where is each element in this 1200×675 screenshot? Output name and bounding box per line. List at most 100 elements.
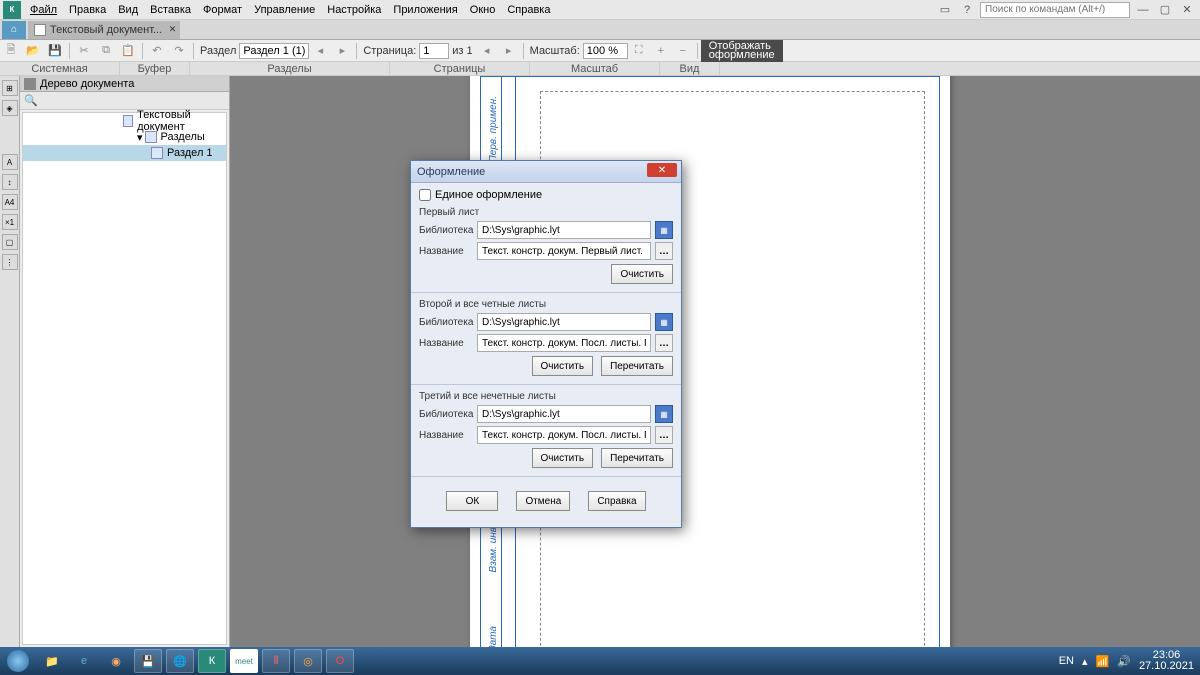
close-tab-icon[interactable]: ✕ — [169, 24, 177, 35]
taskbar-ie[interactable]: e — [70, 649, 98, 673]
expand-icon[interactable]: ▾ — [137, 131, 143, 144]
page-input[interactable] — [419, 43, 449, 59]
section-input[interactable] — [239, 43, 309, 59]
paste-icon[interactable]: 📋 — [118, 42, 138, 60]
scale-input[interactable] — [583, 43, 628, 59]
menu-view[interactable]: Вид — [112, 2, 144, 18]
cancel-button[interactable]: Отмена — [516, 491, 570, 511]
tree-row[interactable]: ▾ Разделы — [23, 129, 226, 145]
dialog-titlebar[interactable]: Оформление ✕ — [411, 161, 681, 183]
taskbar-kompas[interactable]: К — [198, 649, 226, 673]
close-icon[interactable]: ✕ — [1178, 3, 1196, 17]
page-next-icon[interactable]: ▸ — [499, 42, 519, 60]
section-next-icon[interactable]: ▸ — [332, 42, 352, 60]
tray-flag-icon[interactable]: ▴ — [1082, 655, 1088, 668]
name-row: Название… — [419, 242, 673, 260]
name-more-icon[interactable]: … — [655, 242, 673, 260]
doc-tab[interactable]: Текстовый документ... ✕ — [28, 21, 180, 39]
reread-button[interactable]: Перечитать — [601, 356, 673, 376]
copy-icon[interactable]: ⧉ — [96, 42, 116, 60]
redo-icon[interactable]: ↷ — [169, 42, 189, 60]
menu-format[interactable]: Формат — [197, 2, 248, 18]
clear-button[interactable]: Очистить — [611, 264, 673, 284]
lib-input[interactable] — [477, 313, 651, 331]
taskbar-save[interactable]: 💾 — [134, 649, 162, 673]
tray-sound-icon[interactable]: 🔊 — [1117, 655, 1131, 668]
zoom-in-icon[interactable]: + — [651, 42, 671, 60]
vtool-more[interactable]: ⋮ — [2, 254, 18, 270]
name-input[interactable] — [477, 334, 651, 352]
name-more-icon[interactable]: … — [655, 334, 673, 352]
zoom-out-icon[interactable]: − — [673, 42, 693, 60]
command-search-input[interactable] — [980, 2, 1130, 18]
menu-edit[interactable]: Правка — [63, 2, 112, 18]
vtool-az[interactable]: A — [2, 154, 18, 170]
lib-pick-icon[interactable]: ▦ — [655, 405, 673, 423]
help-icon[interactable]: ? — [958, 3, 976, 17]
menu-file[interactable]: Файл — [24, 2, 63, 18]
menu-bar: К Файл Правка Вид Вставка Формат Управле… — [0, 0, 1200, 20]
name-input[interactable] — [477, 426, 651, 444]
sidebar-search-icon[interactable]: 🔍 — [24, 94, 38, 107]
display-design-toggle[interactable]: Отображать оформление — [701, 40, 783, 62]
tray-clock[interactable]: 23:06 27.10.2021 — [1139, 650, 1194, 672]
unified-checkbox[interactable] — [419, 189, 431, 201]
vtool-1[interactable]: ⊞ — [2, 80, 18, 96]
undo-icon[interactable]: ↶ — [147, 42, 167, 60]
document-tabs: ⌂ Текстовый документ... ✕ — [0, 20, 1200, 40]
toolbar-group-label: Вид — [660, 62, 720, 75]
taskbar-app1[interactable]: ⦀ — [262, 649, 290, 673]
minimize-icon[interactable]: — — [1134, 3, 1152, 17]
lib-pick-icon[interactable]: ▦ — [655, 313, 673, 331]
lib-input[interactable] — [477, 221, 651, 239]
vtool-a4[interactable]: A4 — [2, 194, 18, 210]
system-tray[interactable]: EN ▴ 📶 🔊 23:06 27.10.2021 — [1059, 650, 1200, 672]
ok-button[interactable]: ОК — [446, 491, 498, 511]
home-tab[interactable]: ⌂ — [2, 21, 26, 39]
menu-settings[interactable]: Настройка — [321, 2, 387, 18]
clear-button[interactable]: Очистить — [532, 448, 594, 468]
save-icon[interactable]: 💾 — [45, 42, 65, 60]
toolbar-group-label: Разделы — [190, 62, 390, 75]
lib-pick-icon[interactable]: ▦ — [655, 221, 673, 239]
page-prev-icon[interactable]: ◂ — [477, 42, 497, 60]
menu-apps[interactable]: Приложения — [387, 2, 463, 18]
document-tree[interactable]: Текстовый документ▾ РазделыРаздел 1 — [22, 112, 227, 645]
tree-row[interactable]: Раздел 1 — [23, 145, 226, 161]
taskbar-meet[interactable]: meet — [230, 649, 258, 673]
cut-icon[interactable]: ✂ — [74, 42, 94, 60]
name-more-icon[interactable]: … — [655, 426, 673, 444]
help-button[interactable]: Справка — [588, 491, 645, 511]
menu-window[interactable]: Окно — [464, 2, 502, 18]
vtool-2[interactable]: ◈ — [2, 100, 18, 116]
open-icon[interactable]: 📂 — [23, 42, 43, 60]
dialog-close-icon[interactable]: ✕ — [647, 163, 677, 177]
tray-network-icon[interactable]: 📶 — [1096, 655, 1110, 668]
section-prev-icon[interactable]: ◂ — [310, 42, 330, 60]
reread-button[interactable]: Перечитать — [601, 448, 673, 468]
vtool-box[interactable]: ▢ — [2, 234, 18, 250]
doc-icon — [34, 24, 46, 36]
menu-help[interactable]: Справка — [501, 2, 556, 18]
new-icon[interactable]: 🗎 — [1, 42, 21, 60]
canvas[interactable]: Перв. примен. Подп Взам. инв. № Инв. № д… — [230, 76, 1200, 647]
lib-input[interactable] — [477, 405, 651, 423]
menu-insert[interactable]: Вставка — [144, 2, 197, 18]
vtool-sort[interactable]: ↕ — [2, 174, 18, 190]
taskbar-app2[interactable]: ◎ — [294, 649, 322, 673]
maximize-icon[interactable]: ▢ — [1156, 3, 1174, 17]
taskbar-opera[interactable]: O — [326, 649, 354, 673]
tray-lang[interactable]: EN — [1059, 655, 1074, 667]
taskbar-explorer[interactable]: 📁 — [38, 649, 66, 673]
taskbar-chrome[interactable]: 🌐 — [166, 649, 194, 673]
dialog-section-head: Первый лист — [419, 207, 673, 218]
clear-button[interactable]: Очистить — [532, 356, 594, 376]
name-input[interactable] — [477, 242, 651, 260]
taskbar-wmp[interactable]: ◉ — [102, 649, 130, 673]
tree-row[interactable]: Текстовый документ — [23, 113, 226, 129]
collapse-ribbon-icon[interactable]: ▭ — [936, 3, 954, 17]
zoom-fit-icon[interactable]: ⛶ — [629, 42, 649, 60]
vtool-x1[interactable]: ×1 — [2, 214, 18, 230]
start-button[interactable] — [0, 647, 36, 675]
menu-manage[interactable]: Управление — [248, 2, 321, 18]
